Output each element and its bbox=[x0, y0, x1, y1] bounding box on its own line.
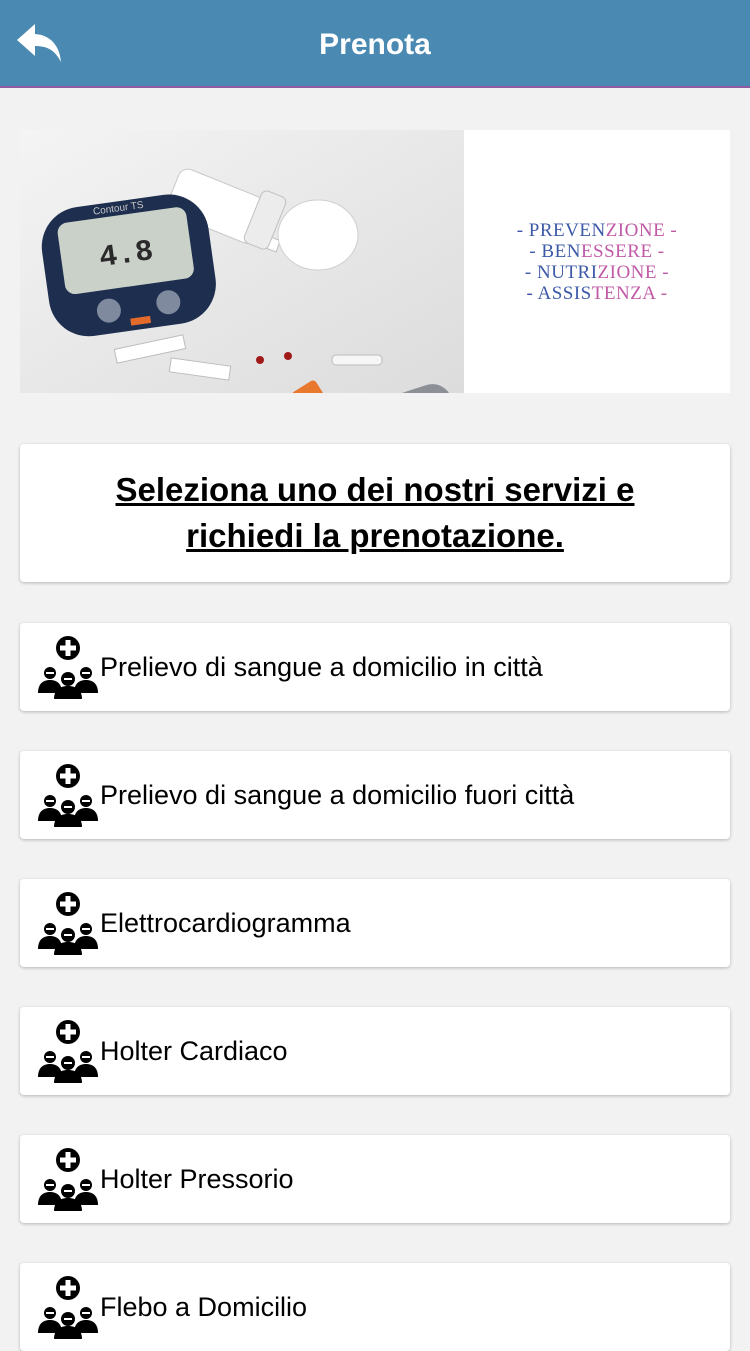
service-label: Flebo a Domicilio bbox=[100, 1291, 308, 1322]
medical-team-icon bbox=[36, 1019, 100, 1083]
service-item[interactable]: Holter Cardiaco bbox=[20, 1007, 730, 1095]
slogan-line: - BENESSERE - bbox=[529, 240, 665, 262]
service-label: Elettrocardiogramma bbox=[100, 907, 351, 938]
slogan-line: - ASSISTENZA - bbox=[526, 282, 668, 304]
medical-team-icon bbox=[36, 763, 100, 827]
service-item[interactable]: Flebo a Domicilio bbox=[20, 1263, 730, 1351]
intro-text: Seleziona uno dei nostri servizi e richi… bbox=[115, 471, 635, 554]
service-item[interactable]: Prelievo di sangue a domicilio in città bbox=[20, 623, 730, 711]
medical-team-icon bbox=[36, 1147, 100, 1211]
banner-slogan: - PREVENZIONE - - BENESSERE - - NUTRIZIO… bbox=[464, 130, 730, 393]
app-header: Prenota bbox=[0, 0, 750, 88]
service-label: Holter Cardiaco bbox=[100, 1035, 288, 1066]
glucose-meter-photo: 4.8 Contour TS bbox=[20, 130, 464, 393]
service-label: Prelievo di sangue a domicilio fuori cit… bbox=[100, 779, 575, 810]
promo-banner: 4.8 Contour TS - PREVENZIONE - - BENESSE… bbox=[20, 130, 730, 393]
service-item[interactable]: Prelievo di sangue a domicilio fuori cit… bbox=[20, 751, 730, 839]
medical-team-icon bbox=[36, 635, 100, 699]
intro-card: Seleziona uno dei nostri servizi e richi… bbox=[20, 444, 730, 582]
medical-team-icon bbox=[36, 891, 100, 955]
slogan-line: - PREVENZIONE - bbox=[516, 219, 678, 241]
page-title: Prenota bbox=[319, 28, 431, 61]
service-item[interactable]: Elettrocardiogramma bbox=[20, 879, 730, 967]
service-label: Holter Pressorio bbox=[100, 1163, 294, 1194]
service-label: Prelievo di sangue a domicilio in città bbox=[100, 651, 543, 682]
slogan-line: - NUTRIZIONE - bbox=[524, 261, 670, 283]
service-item[interactable]: Holter Pressorio bbox=[20, 1135, 730, 1223]
medical-team-icon bbox=[36, 1275, 100, 1339]
